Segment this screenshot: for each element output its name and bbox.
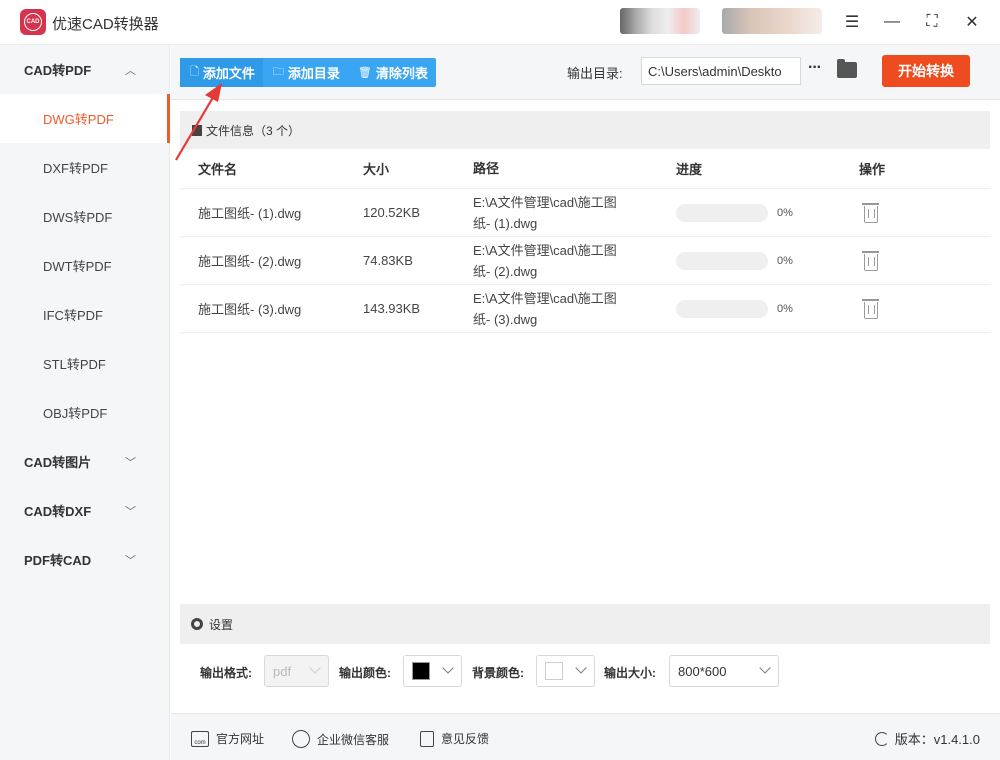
file-icon: 🗋: [190, 66, 199, 78]
sidebar-group-cad-to-image[interactable]: CAD转图片 ﹀: [0, 437, 170, 486]
sidebar-group-cad-to-pdf[interactable]: CAD转PDF ︿: [0, 45, 170, 94]
progress-text: 0%: [777, 254, 793, 267]
progress-cell: 0%: [676, 251, 859, 270]
feedback-icon: [420, 730, 434, 747]
settings-panel: 设置 输出格式: pdf 输出颜色: 背景颜色: 输出大小: 800*600: [180, 604, 990, 701]
sidebar-item-dwt-to-pdf[interactable]: DWT转PDF: [0, 241, 170, 290]
sidebar-item-dwg-to-pdf[interactable]: DWG转PDF: [0, 94, 170, 143]
format-label: 输出格式:: [200, 666, 252, 680]
app-logo: CAD: [20, 9, 46, 35]
chevron-up-icon: ︿: [125, 64, 136, 77]
more-options-button[interactable]: ···: [808, 59, 822, 77]
file-size: 143.93KB: [363, 301, 421, 316]
sidebar-item-dxf-to-pdf[interactable]: DXF转PDF: [0, 143, 170, 192]
app-title: 优速CAD转换器: [52, 16, 159, 33]
progress-cell: 0%: [676, 299, 859, 318]
output-dir-input[interactable]: [641, 57, 801, 85]
toolbar: 🗋添加文件 🗀添加目录 🗑清除列表 输出目录: ··· 开始转换: [171, 45, 1000, 100]
user-avatar-blurred[interactable]: [620, 8, 700, 34]
settings-header: 设置: [180, 604, 990, 644]
bg-color-label: 背景颜色:: [472, 666, 524, 680]
clear-list-button[interactable]: 🗑 清除列表: [348, 58, 436, 87]
chevron-down-icon: ﹀: [125, 554, 136, 567]
action-cell: [859, 250, 990, 271]
file-action-group: 🗋 添加文件 🗀 添加目录 🗑 清除列表: [180, 58, 436, 87]
minimize-icon[interactable]: —: [880, 10, 904, 34]
table-row[interactable]: 施工图纸- (1).dwg 120.52KB E:\A文件管理\cad\施工图纸…: [180, 189, 990, 237]
website-link[interactable]: com 官方网址: [191, 730, 264, 747]
file-size: 120.52KB: [363, 205, 421, 220]
sidebar-item-ifc-to-pdf[interactable]: IFC转PDF: [0, 290, 170, 339]
file-name: 施工图纸- (1).dwg: [198, 206, 302, 221]
col-path: 路径: [473, 161, 500, 176]
user-name-blurred: [722, 8, 822, 34]
refresh-icon: [874, 731, 889, 746]
file-info-icon: [192, 124, 202, 136]
sidebar-item-dws-to-pdf[interactable]: DWS转PDF: [0, 192, 170, 241]
maximize-icon[interactable]: ⛶: [920, 10, 944, 34]
sidebar-group-cad-to-dxf[interactable]: CAD转DXF ﹀: [0, 486, 170, 535]
output-color-label: 输出颜色:: [339, 666, 391, 680]
file-list-panel: 文件信息（3 个） 文件名 大小 路径 进度 操作 施工图纸- (1).dwg …: [180, 111, 990, 601]
col-action: 操作: [859, 162, 886, 177]
add-folder-button[interactable]: 🗀 添加目录: [263, 58, 348, 87]
add-file-button[interactable]: 🗋 添加文件: [180, 58, 263, 87]
output-size-label: 输出大小:: [604, 666, 656, 680]
sidebar-item-obj-to-pdf[interactable]: OBJ转PDF: [0, 388, 170, 437]
output-color-select[interactable]: [403, 655, 462, 687]
gear-icon: [191, 618, 203, 630]
browse-folder-icon[interactable]: [837, 59, 857, 78]
bg-color-swatch: [545, 662, 563, 680]
progress-bar: [676, 203, 768, 222]
delete-icon[interactable]: [862, 298, 879, 319]
website-icon: com: [191, 730, 209, 747]
title-bar: CAD 优速CAD转换器 ☰ — ⛶ ✕: [0, 0, 1000, 45]
footer: com 官方网址 企业微信客服 意见反馈 版本：v1.4.1.0: [171, 713, 1000, 760]
trash-icon: 🗑: [357, 67, 372, 79]
progress-text: 0%: [777, 206, 793, 219]
sidebar: CAD转PDF ︿ DWG转PDF DXF转PDF DWS转PDF DWT转PDF…: [0, 45, 170, 760]
progress-cell: 0%: [676, 203, 859, 222]
col-size: 大小: [363, 162, 390, 177]
action-cell: [859, 298, 990, 319]
format-select[interactable]: pdf: [264, 655, 329, 687]
chat-icon: [292, 730, 310, 748]
sidebar-item-stl-to-pdf[interactable]: STL转PDF: [0, 339, 170, 388]
close-icon[interactable]: ✕: [960, 10, 984, 34]
delete-icon[interactable]: [862, 250, 879, 271]
file-path: E:\A文件管理\cad\施工图 纸- (2).dwg: [473, 242, 617, 279]
version-info[interactable]: 版本：v1.4.1.0: [874, 729, 980, 748]
file-path: E:\A文件管理\cad\施工图 纸- (3).dwg: [473, 290, 617, 327]
table-header: 文件名 大小 路径 进度 操作: [180, 149, 990, 189]
col-progress: 进度: [676, 162, 703, 177]
feedback-link[interactable]: 意见反馈: [420, 730, 489, 747]
action-cell: [859, 202, 990, 223]
start-convert-button[interactable]: 开始转换: [882, 55, 970, 87]
file-info-header: 文件信息（3 个）: [180, 111, 990, 149]
chevron-down-icon: ﹀: [125, 505, 136, 518]
table-row[interactable]: 施工图纸- (2).dwg 74.83KB E:\A文件管理\cad\施工图 纸-…: [180, 237, 990, 285]
wechat-support-link[interactable]: 企业微信客服: [292, 730, 389, 748]
table-row[interactable]: 施工图纸- (3).dwg 143.93KB E:\A文件管理\cad\施工图纸…: [180, 285, 990, 333]
file-size: 74.83KB: [363, 253, 413, 268]
folder-icon: 🗀: [272, 66, 284, 78]
output-size-select[interactable]: 800*600: [669, 655, 779, 687]
delete-icon[interactable]: [862, 202, 879, 223]
progress-bar: [676, 251, 768, 270]
file-name: 施工图纸- (2).dwg: [198, 254, 302, 269]
chevron-down-icon: ﹀: [125, 456, 136, 469]
output-color-swatch: [412, 662, 430, 680]
file-path: E:\A文件管理\cad\施工图 纸- (1).dwg: [473, 194, 617, 231]
bg-color-select[interactable]: [536, 655, 595, 687]
progress-text: 0%: [777, 302, 793, 315]
col-filename: 文件名: [198, 162, 238, 177]
menu-icon[interactable]: ☰: [840, 10, 864, 34]
sidebar-group-pdf-to-cad[interactable]: PDF转CAD ﹀: [0, 535, 170, 584]
file-name: 施工图纸- (3).dwg: [198, 302, 302, 317]
progress-bar: [676, 299, 768, 318]
output-dir-label: 输出目录:: [567, 66, 623, 81]
